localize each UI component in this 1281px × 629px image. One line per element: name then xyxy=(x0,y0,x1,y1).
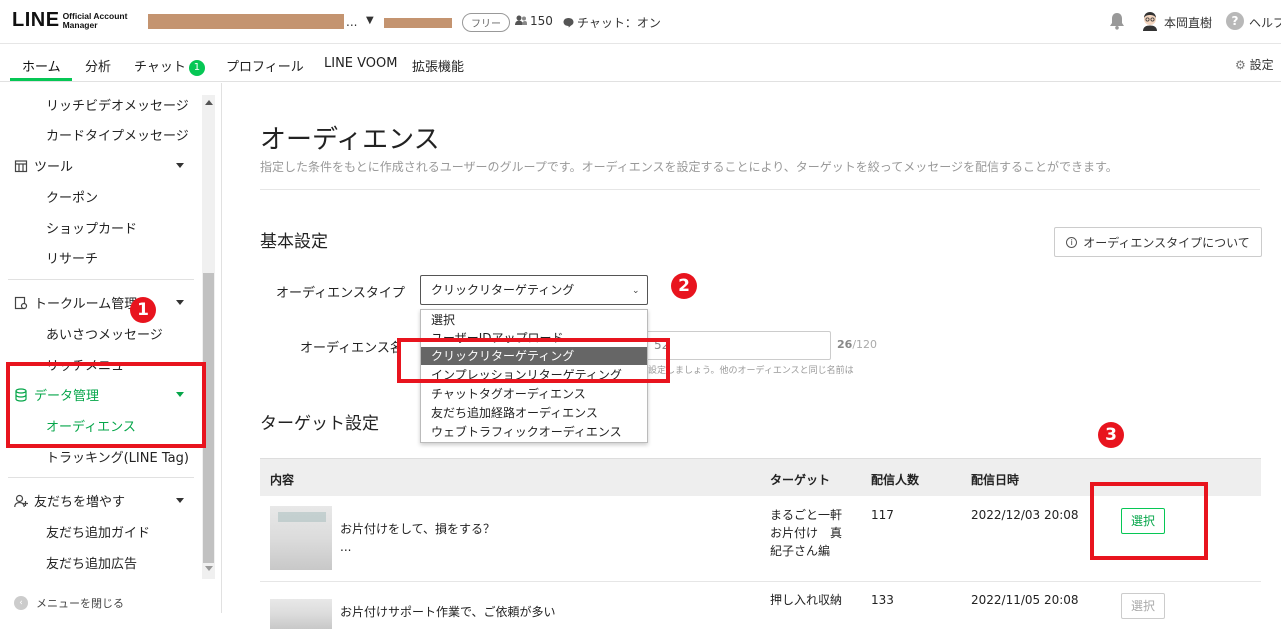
chevron-down-icon: ⌄ xyxy=(632,286,640,296)
option-web-traffic-audience[interactable]: ウェブトラフィックオーディエンス xyxy=(421,423,647,441)
sidebar-item-rich-video[interactable]: リッチビデオメッセージ xyxy=(46,95,189,114)
option-friend-path-audience[interactable]: 友だち追加経路オーディエンス xyxy=(421,404,647,422)
page-description: 指定した条件をもとに作成されるユーザーのグループです。オーディエンスを設定するこ… xyxy=(260,160,1118,174)
audience-type-select[interactable]: クリックリターゲティング ⌄ xyxy=(420,275,648,305)
message-thumbnail xyxy=(270,506,332,570)
sidebar-item-coupon[interactable]: クーポン xyxy=(46,187,98,206)
friends-icon xyxy=(515,15,527,25)
char-counter: 26/120 xyxy=(837,338,878,351)
line-oa-manager-logo[interactable]: LINE Official Account Manager xyxy=(12,9,127,32)
table-row: お片付けサポート作業で、ご依頼が多い 押し入れ収納 133 2022/11/05… xyxy=(260,583,1261,629)
tab-profile[interactable]: プロフィール xyxy=(226,56,304,75)
talkroom-settings-icon xyxy=(14,296,28,309)
info-icon: i xyxy=(1066,236,1078,248)
sidebar-section-tools[interactable]: ツール xyxy=(14,156,73,175)
sidebar-item-research[interactable]: リサーチ xyxy=(46,248,98,267)
message-content: お片付けをして、損をする？... xyxy=(340,522,496,554)
main-nav: ホーム 分析 チャット 1 プロフィール LINE VOOM 拡張機能 ⚙ 設定 xyxy=(0,45,1281,82)
chat-status[interactable]: チャット：オン xyxy=(563,14,661,31)
sidebar-divider xyxy=(8,279,194,280)
delivery-date: 2022/12/03 20:08 xyxy=(971,508,1079,522)
account-name-ellipsis: ... xyxy=(346,15,358,29)
redacted-account-id xyxy=(384,18,452,28)
sidebar-section-friends[interactable]: 友だちを増やす xyxy=(14,491,125,510)
column-target: ターゲット xyxy=(770,473,831,487)
sidebar-item-shop-card[interactable]: ショップカード xyxy=(46,218,137,237)
settings-link[interactable]: ⚙ 設定 xyxy=(1235,56,1274,73)
gear-icon: ⚙ xyxy=(1235,58,1246,72)
sidebar-item-friend-ads[interactable]: 友だち追加広告 xyxy=(46,553,137,572)
avatar[interactable] xyxy=(1141,11,1159,31)
annotation-highlight-select-button xyxy=(1090,482,1208,560)
sidebar: リッチビデオメッセージ カードタイプメッセージ ツール クーポン ショップカード… xyxy=(0,83,222,613)
about-audience-type-button[interactable]: i オーディエンスタイプについて xyxy=(1054,227,1262,257)
annotation-highlight-sidebar xyxy=(6,362,206,448)
delivery-count: 133 xyxy=(871,593,894,607)
message-target: まるごと一軒 お片付け 真紀子さん編 xyxy=(770,508,843,558)
tab-analytics[interactable]: 分析 xyxy=(85,56,111,75)
active-tab-indicator xyxy=(10,78,72,81)
user-name[interactable]: 本岡直樹 xyxy=(1164,14,1212,31)
message-content: お片付けサポート作業で、ご依頼が多い xyxy=(340,605,556,619)
close-menu-button[interactable]: ‹ メニューを閉じる xyxy=(14,595,124,611)
bell-icon[interactable] xyxy=(1109,12,1125,30)
column-content: 内容 xyxy=(270,473,295,487)
chevron-down-icon[interactable] xyxy=(176,300,184,305)
redacted-account-name xyxy=(148,14,344,29)
audience-name-hint: 設定しましょう。他のオーディエンスと同じ名前は xyxy=(648,366,854,376)
scroll-up-icon[interactable] xyxy=(205,100,213,105)
tab-chat[interactable]: チャット 1 xyxy=(134,56,205,76)
logo-main: LINE xyxy=(12,9,60,31)
sidebar-section-talkroom[interactable]: トークルーム管理 xyxy=(14,293,137,312)
page-title: オーディエンス xyxy=(260,125,440,155)
annotation-number-3: 3 xyxy=(1098,422,1124,448)
sidebar-item-greeting[interactable]: あいさつメッセージ xyxy=(46,324,163,343)
message-target: 押し入れ収納 xyxy=(770,593,843,607)
help-icon[interactable]: ? xyxy=(1226,12,1244,30)
plan-badge: フリー xyxy=(462,13,510,32)
delivery-date: 2022/11/05 20:08 xyxy=(971,593,1079,607)
divider xyxy=(260,189,1260,190)
sidebar-item-friend-guide[interactable]: 友だち追加ガイド xyxy=(46,522,150,541)
sidebar-divider xyxy=(8,477,194,478)
audience-name-input[interactable]: 52 xyxy=(643,331,831,360)
annotation-highlight-option xyxy=(397,338,670,383)
select-button[interactable]: 選択 xyxy=(1121,593,1165,619)
column-date: 配信日時 xyxy=(971,473,1020,487)
top-bar: LINE Official Account Manager ... ▼ フリー 1… xyxy=(0,0,1281,44)
option-select[interactable]: 選択 xyxy=(421,311,647,329)
scroll-down-icon[interactable] xyxy=(205,566,213,571)
store-icon xyxy=(14,159,28,172)
target-settings-heading: ターゲット設定 xyxy=(260,414,379,434)
annotation-number-1: 1 xyxy=(130,297,156,323)
tab-extensions[interactable]: 拡張機能 xyxy=(412,56,464,75)
tab-line-voom[interactable]: LINE VOOM xyxy=(324,56,398,71)
tab-home[interactable]: ホーム xyxy=(22,56,61,75)
chevron-down-icon[interactable] xyxy=(176,498,184,503)
annotation-number-2: 2 xyxy=(671,273,697,299)
chevron-down-icon[interactable] xyxy=(176,163,184,168)
delivery-count: 117 xyxy=(871,508,894,522)
chat-bubble-icon xyxy=(563,18,574,28)
chevron-left-icon: ‹ xyxy=(14,596,28,610)
message-thumbnail xyxy=(270,599,332,629)
logo-sub: Official Account Manager xyxy=(62,10,128,30)
add-friend-icon xyxy=(14,494,28,507)
chat-unread-badge: 1 xyxy=(188,60,205,76)
account-switch-caret-icon[interactable]: ▼ xyxy=(366,15,374,26)
friend-count[interactable]: 150 xyxy=(515,14,553,28)
audience-name-label: オーディエンス名 xyxy=(300,341,403,356)
sidebar-item-tracking[interactable]: トラッキング(LINE Tag) xyxy=(46,447,189,466)
help-link[interactable]: ヘルプ xyxy=(1249,14,1281,31)
option-chat-tag-audience[interactable]: チャットタグオーディエンス xyxy=(421,385,647,403)
basic-settings-heading: 基本設定 xyxy=(260,232,328,252)
column-count: 配信人数 xyxy=(871,473,920,487)
audience-type-label: オーディエンスタイプ xyxy=(276,286,405,301)
sidebar-item-card-type[interactable]: カードタイプメッセージ xyxy=(46,125,189,144)
